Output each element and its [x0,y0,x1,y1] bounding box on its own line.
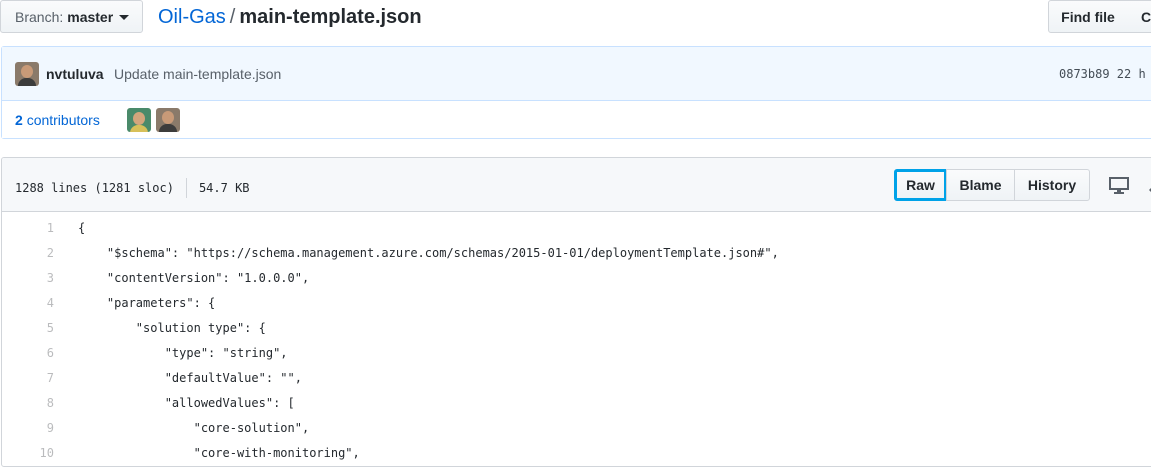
line-content: "type": "string", [78,345,288,360]
code-line: 4 "parameters": { [2,290,1151,315]
divider [185,178,187,198]
line-content: "$schema": "https://schema.management.az… [78,245,779,260]
line-number[interactable]: 7 [2,371,54,385]
line-content: "allowedValues": [ [78,395,295,410]
line-number[interactable]: 3 [2,271,54,285]
line-number[interactable]: 10 [2,446,54,460]
commit-tease: nvtuluva Update main-template.json 0873b… [1,46,1151,139]
branch-selector-button[interactable]: Branch: master [0,0,143,33]
history-button[interactable]: History [1014,169,1090,201]
line-number[interactable]: 1 [2,221,54,235]
blame-button[interactable]: Blame [946,169,1015,201]
line-number[interactable]: 8 [2,396,54,410]
file-viewer: 1288 lines (1281 sloc) 54.7 KB Raw Blame… [1,157,1151,467]
desktop-icon[interactable] [1108,175,1130,195]
find-file-button[interactable]: Find file [1048,0,1128,33]
avatar[interactable] [15,62,39,86]
contributors-link[interactable]: 2 contributors [15,112,100,128]
file-size: 54.7 KB [198,181,250,195]
code-line: 2 "$schema": "https://schema.management.… [2,240,1151,265]
line-content: "contentVersion": "1.0.0.0", [78,270,310,285]
copy-path-button[interactable]: C [1127,0,1151,33]
line-number[interactable]: 2 [2,246,54,260]
code-line: 7 "defaultValue": "", [2,365,1151,390]
line-number[interactable]: 5 [2,321,54,335]
line-content: "solution type": { [78,320,266,335]
commit-author[interactable]: nvtuluva [46,66,104,82]
line-number[interactable]: 4 [2,296,54,310]
line-content: { [78,220,86,235]
commit-message[interactable]: Update main-template.json [114,66,281,82]
code-line: 3 "contentVersion": "1.0.0.0", [2,265,1151,290]
line-number[interactable]: 9 [2,421,54,435]
avatar[interactable] [127,108,151,132]
line-content: "defaultValue": "", [78,370,302,385]
caret-down-icon [119,15,130,20]
code-blob: 1{2 "$schema": "https://schema.managemen… [2,212,1151,465]
file-name: main-template.json [239,6,422,28]
code-line: 1{ [2,215,1151,240]
line-count: 1288 lines (1281 sloc) [15,181,174,195]
code-line: 5 "solution type": { [2,315,1151,340]
file-header: 1288 lines (1281 sloc) 54.7 KB Raw Blame… [2,158,1151,212]
latest-commit-row: nvtuluva Update main-template.json 0873b… [2,47,1151,101]
contributors-label: contributors [26,112,100,128]
contributors-row: 2 contributors [2,101,1151,138]
branch-name: master [67,8,114,25]
raw-button[interactable]: Raw [894,169,947,201]
file-nav-bar: Branch: master Oil-Gas / main-template.jso… [0,0,1151,36]
line-content: "core-solution", [78,420,310,435]
code-line: 9 "core-solution", [2,415,1151,440]
code-line: 8 "allowedValues": [ [2,390,1151,415]
avatar[interactable] [156,108,180,132]
file-actions-group: Raw Blame History [894,169,1090,201]
repo-link[interactable]: Oil-Gas [158,6,226,28]
pencil-icon[interactable] [1147,175,1151,195]
line-content: "core-with-monitoring", [78,445,360,460]
breadcrumb-separator: / [229,6,236,28]
commit-sha-time[interactable]: 0873b89 22 h [1059,67,1146,81]
branch-prefix: Branch: [15,8,64,25]
breadcrumb: Oil-Gas / main-template.json [158,4,422,30]
code-line: 6 "type": "string", [2,340,1151,365]
file-info: 1288 lines (1281 sloc) 54.7 KB [15,178,250,198]
line-content: "parameters": { [78,295,216,310]
contributors-count: 2 [15,112,23,128]
line-number[interactable]: 6 [2,346,54,360]
code-line: 10 "core-with-monitoring", [2,440,1151,465]
